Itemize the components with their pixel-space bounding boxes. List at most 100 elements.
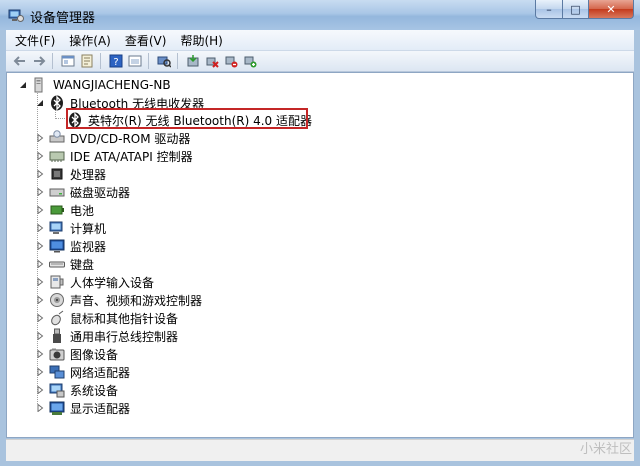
- uninstall-icon[interactable]: [204, 53, 220, 69]
- disable-device-icon[interactable]: [223, 53, 239, 69]
- title-bar[interactable]: 设备管理器 – □ ✕: [0, 0, 640, 30]
- expand-triangle-icon[interactable]: [35, 205, 45, 215]
- window-controls: – □ ✕: [535, 0, 634, 20]
- device-manager-app-icon: [8, 7, 24, 23]
- ide-controller-icon: [49, 148, 65, 164]
- device-manager-window: 设备管理器 – □ ✕ 文件(F) 操作(A) 查看(V) 帮助(H) ? WA…: [0, 0, 640, 466]
- toolbar-separator: [177, 53, 178, 69]
- tree-node-label: 显示适配器: [70, 401, 131, 416]
- tree-view-icon[interactable]: [79, 53, 95, 69]
- menu-help[interactable]: 帮助(H): [175, 32, 227, 49]
- tree-node-label: DVD/CD-ROM 驱动器: [70, 131, 191, 146]
- tree-node-keyboards[interactable]: 键盘: [35, 255, 96, 273]
- forward-arrow-icon[interactable]: [31, 53, 47, 69]
- computer-icon: [49, 220, 65, 236]
- battery-icon: [49, 202, 65, 218]
- tree-node-label: 键盘: [70, 257, 95, 272]
- expand-triangle-icon[interactable]: [35, 349, 45, 359]
- toolbar-separator: [52, 53, 53, 69]
- expand-triangle-icon[interactable]: [35, 385, 45, 395]
- menu-bar: 文件(F) 操作(A) 查看(V) 帮助(H): [6, 30, 634, 51]
- tree-node-label: WANGJIACHENG-NB: [53, 78, 171, 92]
- tree-node-label: 磁盘驱动器: [70, 185, 131, 200]
- help-icon[interactable]: ?: [108, 53, 124, 69]
- tree-node-root[interactable]: WANGJIACHENG-NB: [18, 76, 173, 94]
- expand-triangle-icon[interactable]: [35, 295, 45, 305]
- close-button[interactable]: ✕: [589, 0, 634, 19]
- toolbar-separator: [100, 53, 101, 69]
- mouse-icon: [49, 310, 65, 326]
- tree-node-imaging-devices[interactable]: 图像设备: [35, 345, 120, 363]
- expand-triangle-icon[interactable]: [35, 223, 45, 233]
- menu-file[interactable]: 文件(F): [10, 32, 60, 49]
- tree-node-computer[interactable]: 计算机: [35, 219, 108, 237]
- tree-node-system-devices[interactable]: 系统设备: [35, 381, 120, 399]
- status-bar: [6, 439, 634, 461]
- expand-triangle-icon[interactable]: [35, 367, 45, 377]
- tree-node-label: IDE ATA/ATAPI 控制器: [70, 149, 193, 164]
- svg-text:?: ?: [113, 57, 118, 68]
- tree-node-label: 系统设备: [70, 383, 119, 398]
- monitor-icon: [49, 238, 65, 254]
- menu-view[interactable]: 查看(V): [120, 32, 172, 49]
- tree-node-hid[interactable]: 人体学输入设备: [35, 273, 156, 291]
- toolbar: ?: [6, 51, 634, 72]
- back-arrow-icon[interactable]: [12, 53, 28, 69]
- tree-node-display-adapters[interactable]: 显示适配器: [35, 399, 132, 417]
- update-driver-icon[interactable]: [185, 53, 201, 69]
- scan-hardware-icon[interactable]: [156, 53, 172, 69]
- expand-triangle-icon[interactable]: [35, 259, 45, 269]
- collapse-triangle-icon[interactable]: [18, 80, 28, 90]
- device-tree-panel[interactable]: WANGJIACHENG-NB Bluetooth 无线电收发器 英特尔(R) …: [6, 72, 634, 438]
- tree-node-mice[interactable]: 鼠标和其他指针设备: [35, 309, 180, 327]
- disk-drive-icon: [49, 184, 65, 200]
- tree-node-label: 图像设备: [70, 347, 119, 362]
- selection-highlight-box: [66, 108, 308, 129]
- toolbar-separator: [148, 53, 149, 69]
- show-hidden-icon[interactable]: [127, 53, 143, 69]
- maximize-button[interactable]: □: [563, 0, 589, 19]
- tree-guide-line: [55, 118, 65, 119]
- tree-node-battery[interactable]: 电池: [35, 201, 96, 219]
- tree-node-ide-controller[interactable]: IDE ATA/ATAPI 控制器: [35, 147, 195, 165]
- expand-triangle-icon[interactable]: [35, 331, 45, 341]
- expand-triangle-icon[interactable]: [35, 277, 45, 287]
- tree-node-usb[interactable]: 通用串行总线控制器: [35, 327, 180, 345]
- bluetooth-icon: [49, 95, 65, 111]
- tree-node-processor[interactable]: 处理器: [35, 165, 108, 183]
- display-adapter-icon: [49, 400, 65, 416]
- tree-node-label: 处理器: [70, 167, 107, 182]
- expand-triangle-icon[interactable]: [35, 241, 45, 251]
- tree-node-label: 鼠标和其他指针设备: [70, 311, 179, 326]
- expand-triangle-icon[interactable]: [35, 403, 45, 413]
- expand-triangle-icon[interactable]: [35, 313, 45, 323]
- expand-triangle-icon[interactable]: [35, 169, 45, 179]
- minimize-button[interactable]: –: [535, 0, 563, 19]
- usb-icon: [49, 328, 65, 344]
- camera-icon: [49, 346, 65, 362]
- expand-triangle-icon[interactable]: [35, 133, 45, 143]
- tree-node-monitors[interactable]: 监视器: [35, 237, 108, 255]
- keyboard-icon: [49, 256, 65, 272]
- sound-icon: [49, 292, 65, 308]
- menu-action[interactable]: 操作(A): [64, 32, 116, 49]
- collapse-triangle-icon[interactable]: [35, 98, 45, 108]
- tree-node-label: 计算机: [70, 221, 107, 236]
- tree-node-network-adapters[interactable]: 网络适配器: [35, 363, 132, 381]
- system-device-icon: [49, 382, 65, 398]
- dvd-drive-icon: [49, 130, 65, 146]
- expand-triangle-icon[interactable]: [35, 151, 45, 161]
- enable-device-icon[interactable]: [242, 53, 258, 69]
- tree-node-sound-video-game[interactable]: 声音、视频和游戏控制器: [35, 291, 204, 309]
- tree-node-label: 电池: [70, 203, 95, 218]
- expand-triangle-icon[interactable]: [35, 187, 45, 197]
- processor-icon: [49, 166, 65, 182]
- properties-window-icon[interactable]: [60, 53, 76, 69]
- watermark-text: 小米社区: [579, 442, 632, 457]
- tree-node-label: 人体学输入设备: [70, 275, 155, 290]
- computer-icon: [32, 77, 48, 93]
- window-title: 设备管理器: [30, 11, 96, 26]
- tree-node-label: 声音、视频和游戏控制器: [70, 293, 203, 308]
- tree-node-disk-drives[interactable]: 磁盘驱动器: [35, 183, 132, 201]
- tree-node-dvd-cdrom[interactable]: DVD/CD-ROM 驱动器: [35, 129, 192, 147]
